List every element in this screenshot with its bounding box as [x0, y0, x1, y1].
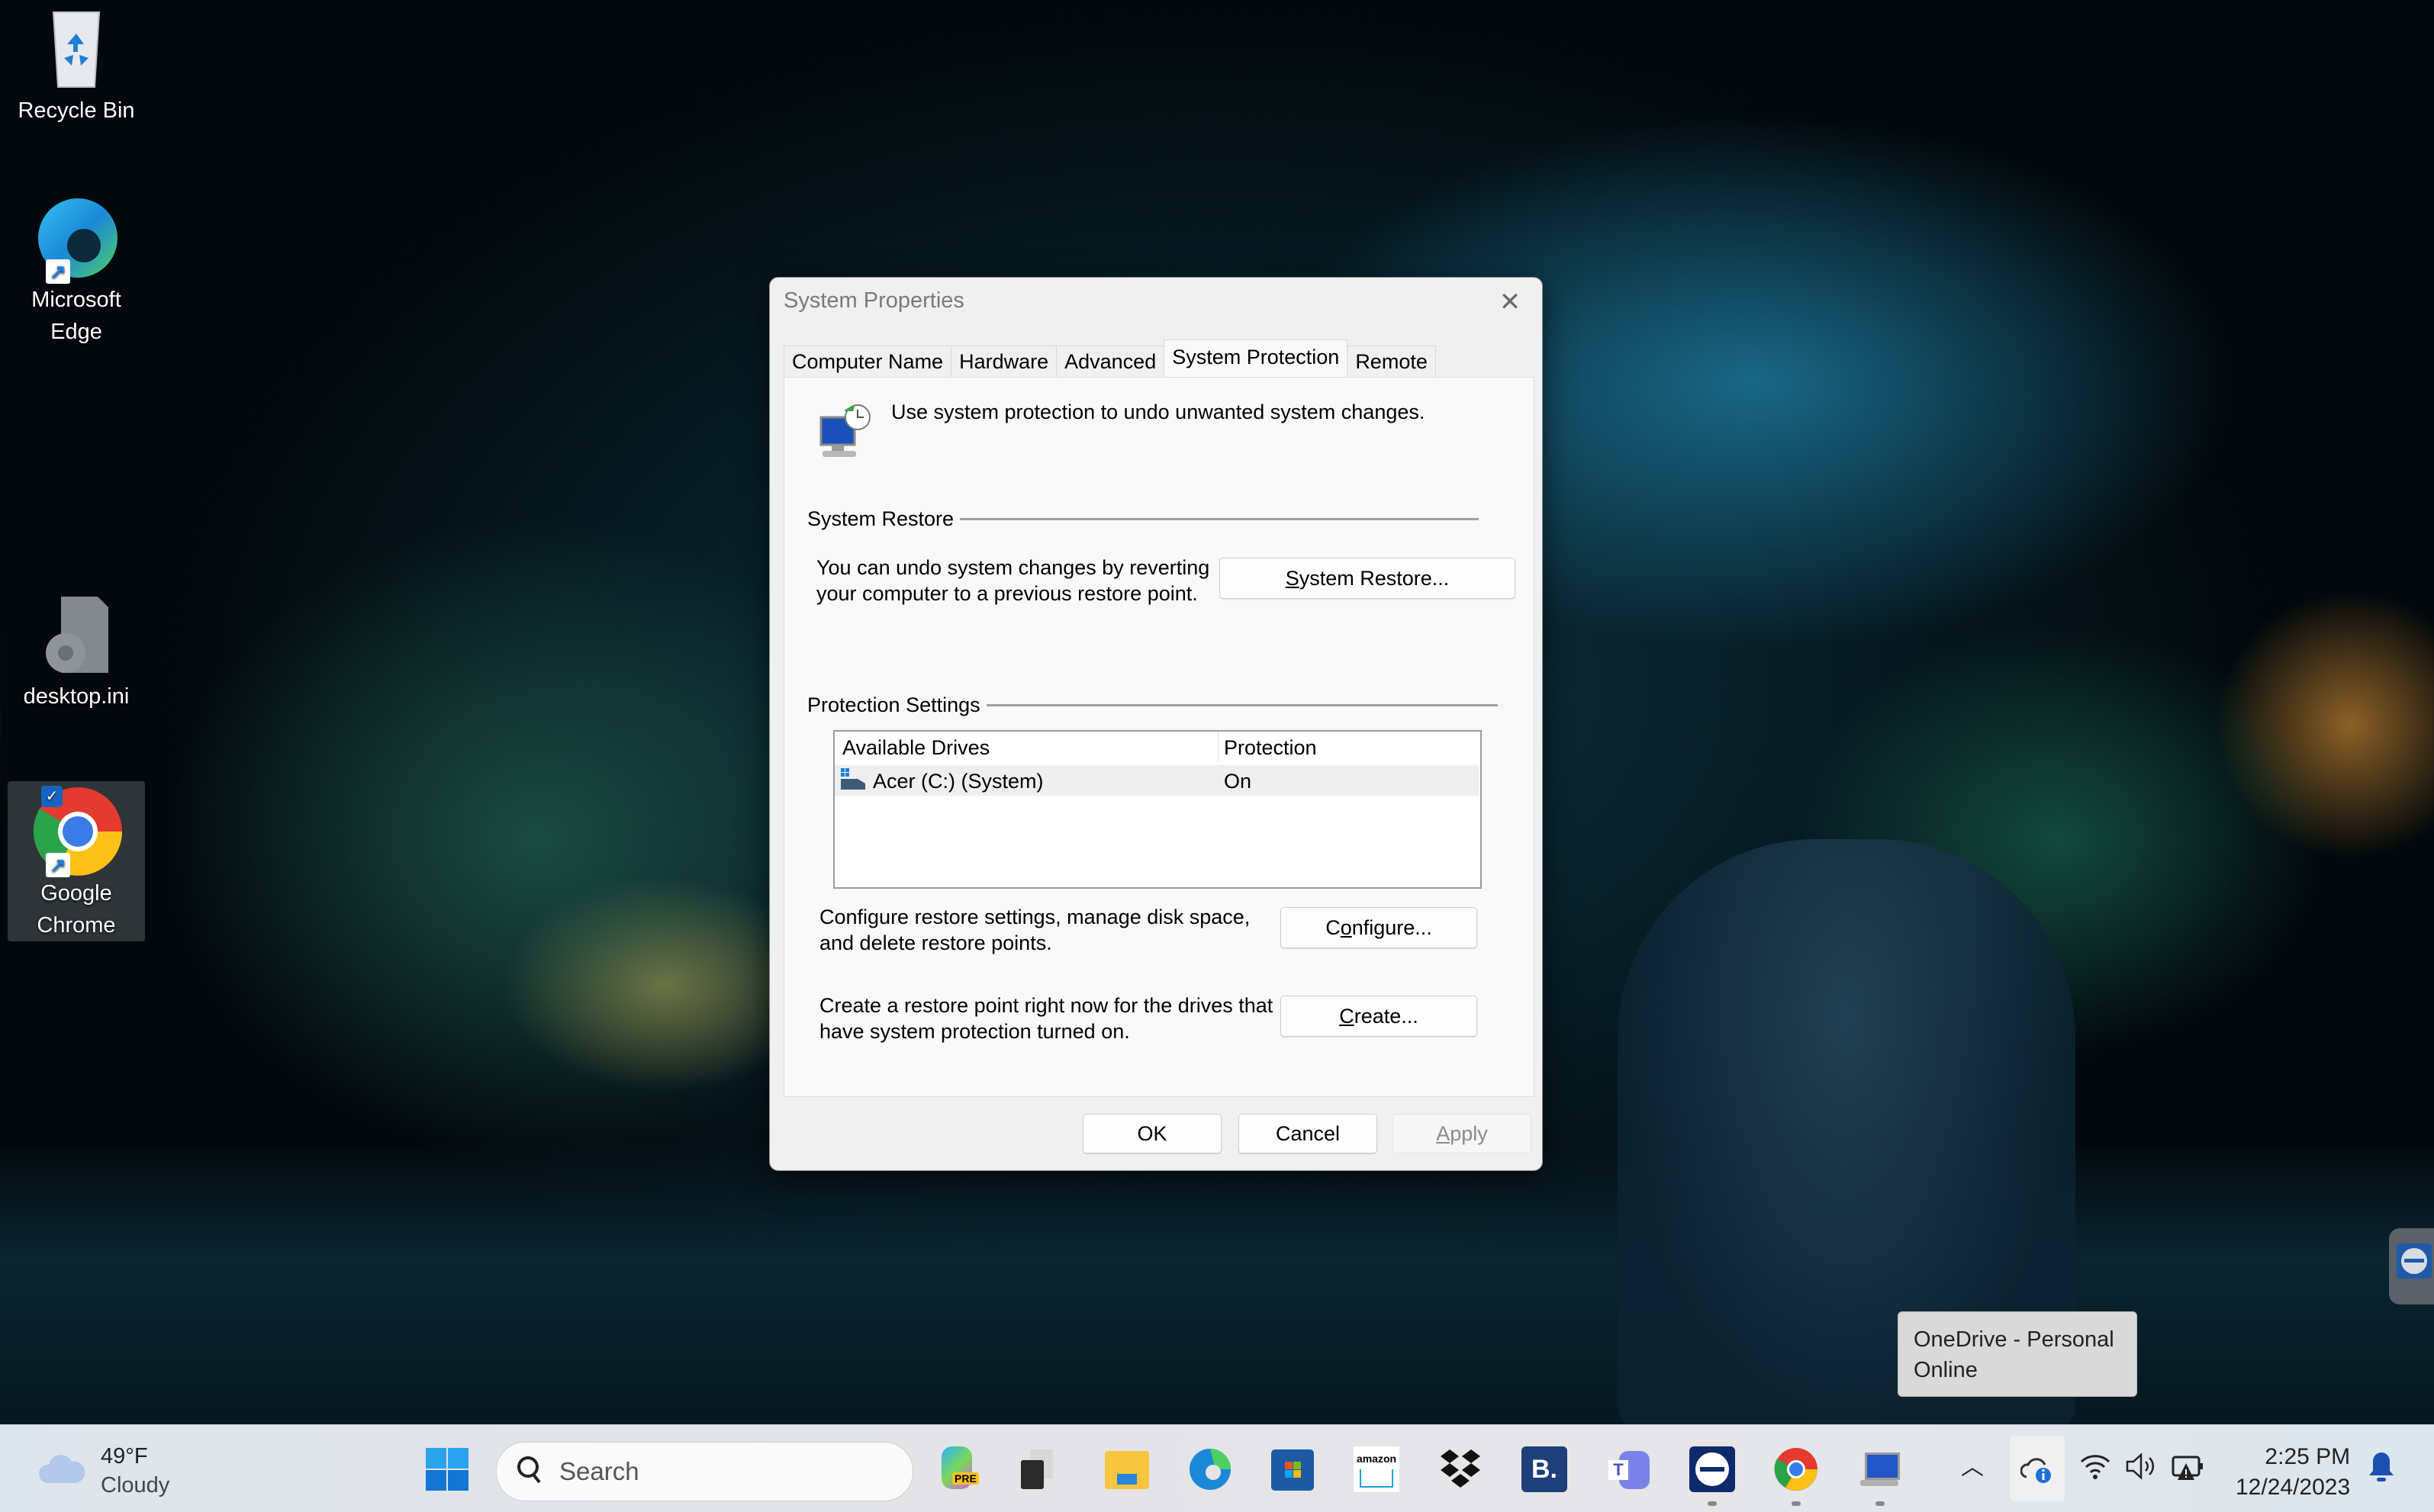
settings-file-icon [31, 589, 122, 680]
selected-check-icon: ✓ [41, 786, 63, 807]
chrome-icon: ✓ ↗ [31, 786, 122, 877]
onedrive-tray-button[interactable] [2010, 1436, 2065, 1501]
chrome-taskbar-icon[interactable] [1773, 1446, 1819, 1492]
intro-text: Use system protection to undo unwanted s… [891, 401, 1425, 423]
desktop-icon-google-chrome[interactable]: ✓ ↗ Google Chrome [8, 781, 145, 941]
available-drives-list[interactable]: Available Drives Protection Acer (C:) (S… [833, 730, 1482, 889]
close-icon: ✕ [1499, 288, 1521, 317]
task-view-icon[interactable] [1021, 1446, 1067, 1492]
column-header-protection[interactable]: Protection [1224, 736, 1317, 760]
clock[interactable]: 2:25 PM 12/24/2023 [2236, 1442, 2350, 1503]
system-restore-icon [815, 401, 876, 462]
copilot-pre-icon[interactable]: PRE [935, 1446, 981, 1492]
onedrive-info-icon [2020, 1454, 2054, 1491]
system-properties-taskbar-icon[interactable] [1857, 1446, 1903, 1492]
running-indicator [1792, 1501, 1801, 1506]
drives-list-header: Available Drives Protection [835, 732, 1479, 762]
search-placeholder: Search [559, 1457, 639, 1485]
system-restore-group-label: System Restore [807, 507, 1479, 531]
search-icon [517, 1455, 544, 1489]
desktop-icon-label: desktop.ini [23, 684, 130, 709]
tab-advanced[interactable]: Advanced [1056, 346, 1165, 377]
group-divider [986, 704, 1498, 706]
tab-remote[interactable]: Remote [1347, 346, 1436, 377]
tab-bar: Computer Name Hardware Advanced System P… [784, 339, 1436, 377]
windows-logo-icon [426, 1448, 468, 1491]
running-indicator [1875, 1501, 1885, 1506]
taskbar: 49°F Cloudy Search PRE amazon B. T ︿ 2:2… [0, 1424, 2434, 1512]
recycle-bin-icon [31, 3, 122, 95]
teamviewer-side-handle[interactable] [2389, 1228, 2434, 1305]
tab-system-protection[interactable]: System Protection [1164, 339, 1348, 377]
system-protection-panel: Use system protection to undo unwanted s… [784, 377, 1534, 1097]
desktop-icon-label: Recycle Bin [18, 98, 135, 123]
start-button[interactable] [424, 1446, 470, 1492]
desktop-icon-label: Google Chrome [37, 881, 116, 938]
weather-widget[interactable]: 49°F Cloudy [37, 1442, 169, 1500]
wifi-icon[interactable] [2080, 1454, 2110, 1486]
file-explorer-icon[interactable] [1103, 1446, 1149, 1492]
teams-icon[interactable]: T [1605, 1446, 1651, 1492]
system-properties-dialog: System Properties ✕ Computer Name Hardwa… [769, 277, 1543, 1171]
drive-protection-status: On [1224, 770, 1252, 793]
weather-condition: Cloudy [101, 1473, 170, 1498]
system-restore-button[interactable]: System Restore... [1219, 558, 1515, 599]
apply-button[interactable]: Apply [1392, 1114, 1531, 1153]
desktop-icon-recycle-bin[interactable]: Recycle Bin [8, 3, 145, 127]
close-button[interactable]: ✕ [1495, 287, 1525, 317]
drive-name: Acer (C:) (System) [873, 770, 1044, 793]
column-header-available-drives[interactable]: Available Drives [842, 736, 990, 760]
weather-temperature: 49°F [101, 1444, 148, 1469]
shortcut-arrow-icon: ↗ [46, 259, 70, 284]
booking-icon[interactable]: B. [1521, 1446, 1567, 1492]
teamviewer-taskbar-icon[interactable] [1689, 1446, 1735, 1492]
onedrive-tooltip: OneDrive - Personal Online [1898, 1311, 2137, 1397]
microsoft-store-icon[interactable] [1270, 1446, 1315, 1492]
teamviewer-icon [2397, 1243, 2432, 1279]
battery-warning-icon[interactable] [2172, 1454, 2205, 1488]
tab-hardware[interactable]: Hardware [951, 346, 1058, 377]
create-button[interactable]: Create... [1280, 996, 1477, 1037]
clock-time: 2:25 PM [2265, 1444, 2351, 1469]
taskbar-search-box[interactable]: Search [496, 1442, 913, 1501]
cloud-icon [37, 1452, 85, 1490]
running-indicator [1708, 1501, 1717, 1506]
show-hidden-icons-button[interactable]: ︿ [1961, 1448, 1984, 1481]
volume-icon[interactable] [2126, 1452, 2156, 1486]
desktop-icon-label: Microsoft Edge [31, 288, 121, 344]
edge-taskbar-icon[interactable] [1187, 1446, 1233, 1492]
drive-icon [841, 768, 867, 790]
protection-settings-group-label: Protection Settings [807, 693, 1498, 717]
ok-button[interactable]: OK [1083, 1114, 1222, 1153]
group-divider [960, 518, 1479, 520]
chevron-up-icon: ︿ [1961, 1455, 1984, 1480]
notification-bell-icon[interactable] [2368, 1451, 2394, 1489]
configure-button[interactable]: Configure... [1280, 907, 1477, 948]
create-description: Create a restore point right now for the… [819, 994, 1273, 1043]
dropbox-icon[interactable] [1438, 1446, 1483, 1492]
system-restore-description: You can undo system changes by reverting… [816, 556, 1210, 605]
clock-date: 12/24/2023 [2236, 1475, 2351, 1500]
dialog-title: System Properties [784, 288, 964, 313]
cancel-button[interactable]: Cancel [1238, 1114, 1377, 1153]
drive-row[interactable]: Acer (C:) (System) On [835, 765, 1479, 796]
desktop-icon-microsoft-edge[interactable]: ↗ Microsoft Edge [8, 192, 145, 348]
amazon-icon[interactable]: amazon [1354, 1446, 1399, 1492]
configure-description: Configure restore settings, manage disk … [819, 906, 1251, 954]
shortcut-arrow-icon: ↗ [46, 853, 70, 877]
tab-computer-name[interactable]: Computer Name [784, 346, 952, 377]
edge-icon: ↗ [31, 192, 122, 284]
desktop-icon-desktop-ini[interactable]: desktop.ini [8, 589, 145, 713]
